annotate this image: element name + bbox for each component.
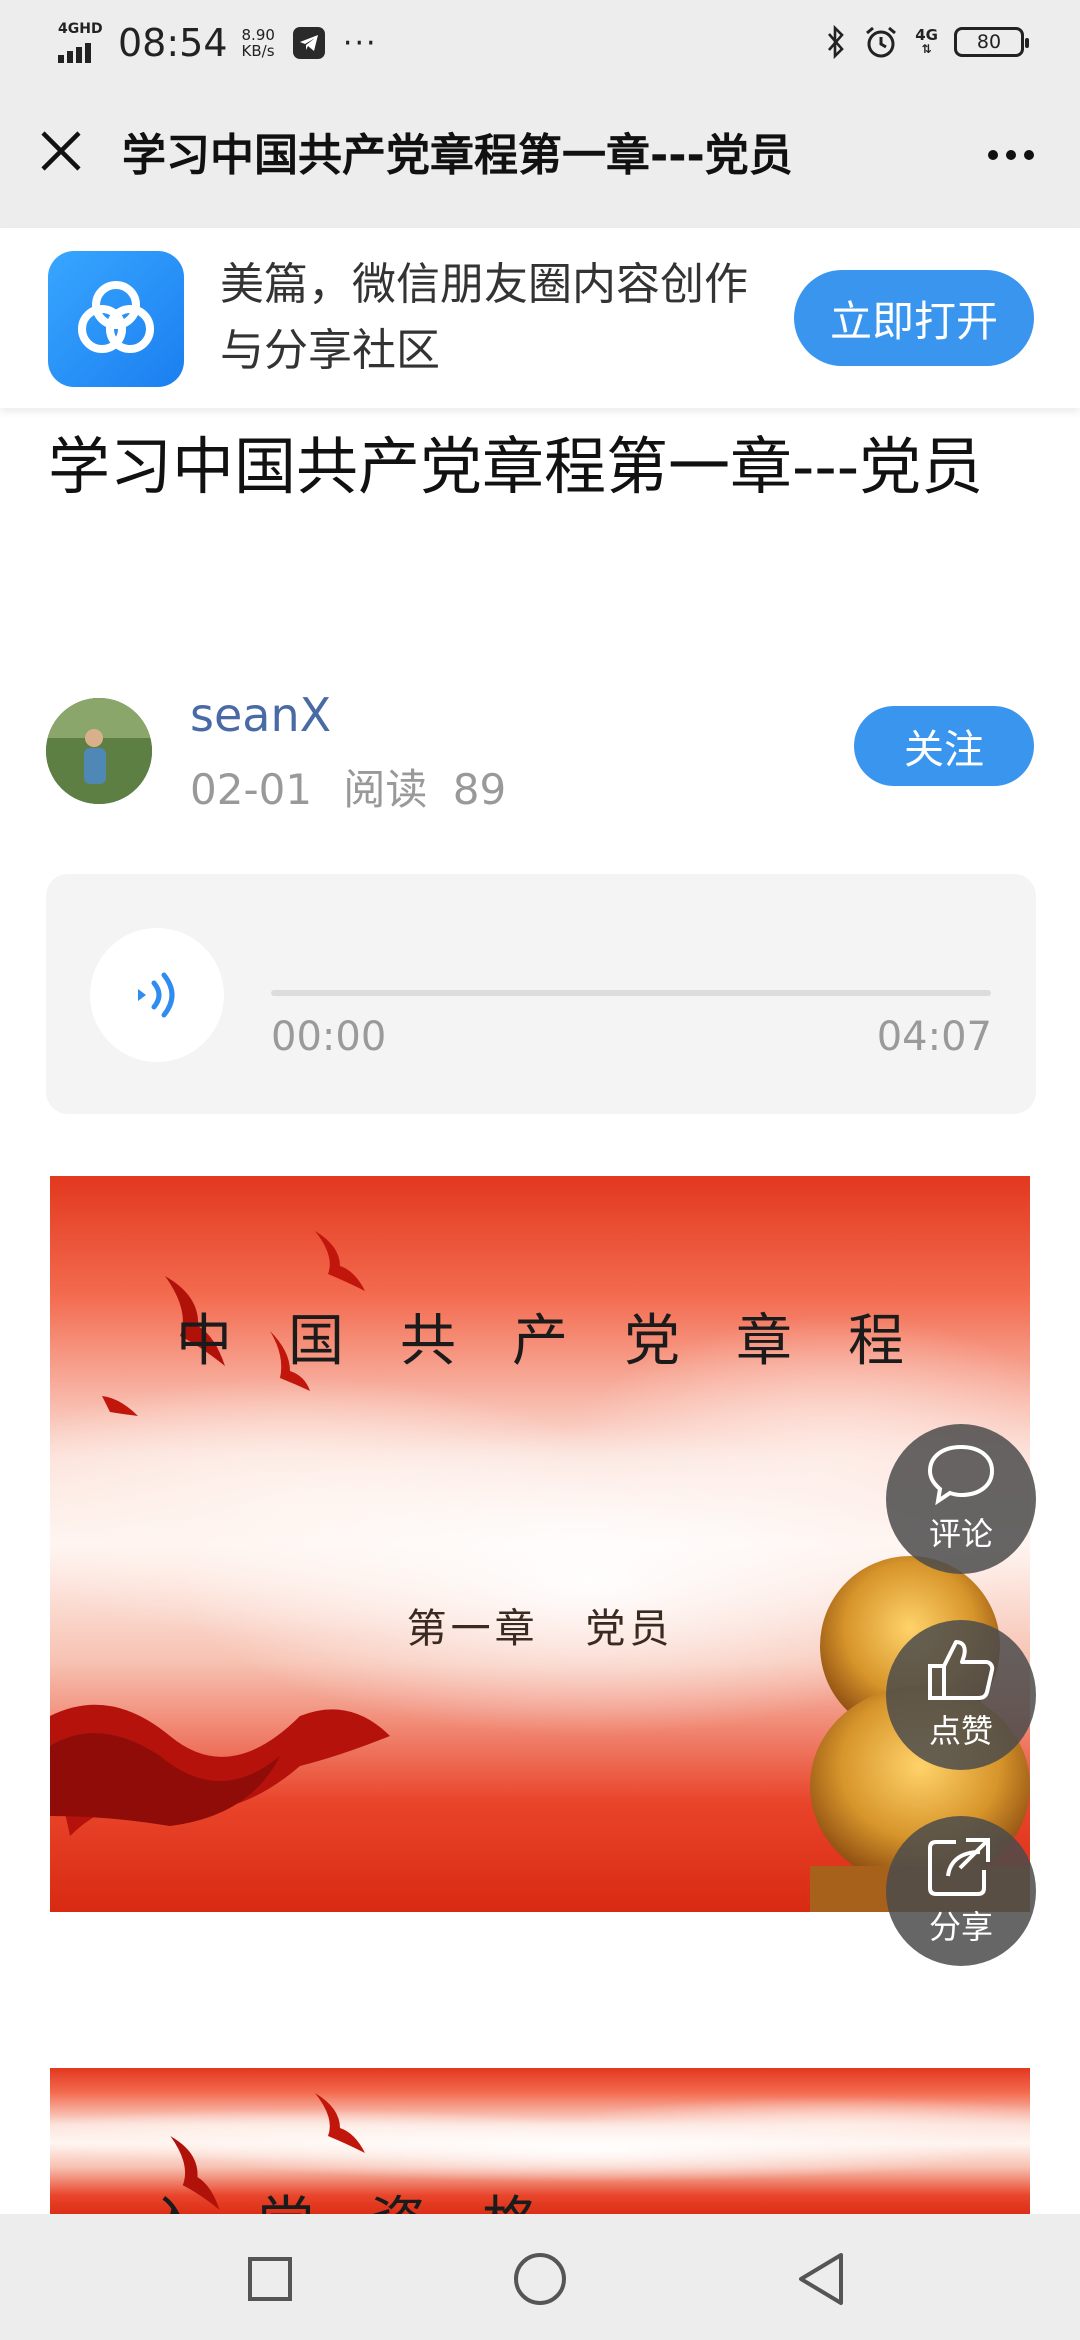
audio-total-time: 04:07 <box>876 1014 992 1060</box>
square-icon <box>248 2257 292 2301</box>
network-speed: 8.90 KB/s <box>242 27 275 59</box>
status-left: 4GHD 08:54 8.90 KB/s ··· <box>58 18 378 68</box>
author-name[interactable]: seanX <box>190 688 331 742</box>
reads-count: 89 <box>452 765 507 814</box>
dove-icon <box>315 1231 365 1291</box>
more-button[interactable] <box>976 128 1046 182</box>
audio-play-button[interactable] <box>90 928 224 1062</box>
audio-player: 00:00 04:07 <box>46 874 1036 1114</box>
alarm-icon <box>866 26 897 58</box>
battery-level: 80 <box>976 31 1002 53</box>
slide-title: 中国共产党章程 <box>176 1309 960 1374</box>
circle-icon <box>514 2253 566 2305</box>
telegram-icon <box>292 27 325 59</box>
meipian-logo-icon <box>48 251 184 387</box>
net-right-label: 4G <box>915 26 938 44</box>
audio-current-time: 00:00 <box>271 1014 387 1060</box>
speed-value: 8.90 <box>241 26 275 44</box>
comment-label: 评论 <box>928 1515 993 1553</box>
page-title: 学习中国共产党章程第一章---党员 <box>122 130 793 181</box>
publish-date: 02-01 <box>190 765 313 814</box>
status-overflow: ··· <box>342 25 378 61</box>
clock: 08:54 <box>118 21 228 65</box>
system-nav-bar <box>0 2214 1080 2340</box>
dove-icon <box>102 1396 138 1416</box>
slide-title: 入党资格 <box>146 2178 594 2218</box>
dove-icon <box>315 2093 365 2153</box>
share-icon <box>928 1838 990 1896</box>
more-icon <box>988 150 998 160</box>
share-button[interactable]: 分享 <box>886 1816 1036 1966</box>
avatar[interactable] <box>46 698 152 804</box>
article-title: 学习中国共产党章程第一章---党员 <box>48 430 984 503</box>
app-description: 美篇，微信朋友圈内容创作与分享社区 <box>220 259 748 376</box>
slide-image-2[interactable]: 入党资格 <box>50 2068 1030 2218</box>
like-label: 点赞 <box>928 1712 993 1750</box>
battery-icon: 80 <box>954 27 1029 57</box>
article-meta: 02-01 阅读 89 <box>190 756 506 817</box>
follow-button[interactable]: 关注 <box>854 706 1034 786</box>
audio-progress-track[interactable] <box>271 990 991 996</box>
close-icon <box>41 131 81 171</box>
speaker-icon <box>138 972 175 1018</box>
comment-icon <box>927 1444 995 1505</box>
slide-image-1[interactable]: 中国共产党章程 第一章 党员 <box>50 1176 1030 1912</box>
like-button[interactable]: 点赞 <box>886 1620 1036 1770</box>
recent-apps-button[interactable] <box>235 2244 305 2314</box>
home-button[interactable] <box>505 2244 575 2314</box>
app-banner: 美篇，微信朋友圈内容创作与分享社区 立即打开 <box>0 228 1080 408</box>
network-label: 4GHD <box>58 21 103 37</box>
back-button[interactable] <box>786 2244 856 2314</box>
triangle-back-icon <box>799 2253 843 2305</box>
comment-button[interactable]: 评论 <box>886 1424 1036 1574</box>
share-label: 分享 <box>928 1908 993 1946</box>
status-bar: 4GHD 08:54 8.90 KB/s ··· 4G ⇅ 80 <box>0 0 1080 84</box>
red-ribbon-icon <box>50 1704 390 1836</box>
thumbs-up-icon <box>928 1640 995 1700</box>
open-app-button[interactable]: 立即打开 <box>794 270 1034 366</box>
signal-icon: 4GHD <box>58 21 108 65</box>
title-bar: 学习中国共产党章程第一章---党员 <box>0 84 1080 228</box>
bluetooth-icon <box>828 25 845 59</box>
close-button[interactable] <box>34 124 88 178</box>
status-right: 4G ⇅ 80 <box>825 20 1029 64</box>
speed-unit: KB/s <box>241 42 275 60</box>
mobile-data-icon: 4G ⇅ <box>915 26 938 57</box>
reads-label: 阅读 <box>343 765 428 814</box>
